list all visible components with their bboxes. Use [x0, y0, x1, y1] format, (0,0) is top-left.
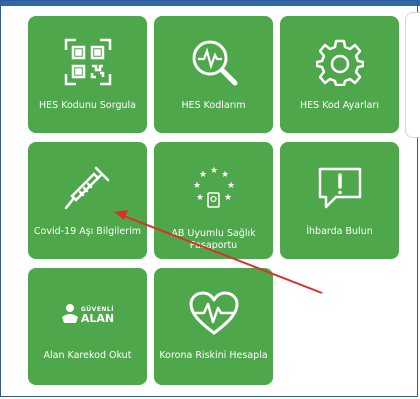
syringe-icon	[58, 162, 118, 214]
tile-alan-karekod-okut[interactable]: GÜVENLİ ALAN Alan Karekod Okut	[28, 268, 147, 385]
tile-covid-asi-bilgilerim[interactable]: Covid-19 Aşı Bilgilerim	[28, 142, 147, 259]
tile-label: HES Kodunu Sorgula	[39, 100, 136, 111]
tile-label: Alan Karekod Okut	[43, 350, 132, 361]
svg-text:★: ★	[196, 193, 204, 203]
tile-hes-kod-ayarlari[interactable]: HES Kod Ayarları	[280, 16, 399, 133]
svg-text:★: ★	[210, 166, 218, 176]
svg-text:★: ★	[224, 193, 232, 203]
tile-label: AB Uyumlu Sağlık Pasaportu	[171, 228, 256, 251]
tile-label: Korona Riskini Hesapla	[159, 350, 268, 361]
tile-ihbarda-bulun[interactable]: İhbarda Bulun	[280, 142, 399, 259]
safe-area-logo-bottom: ALAN	[80, 312, 115, 325]
svg-text:★: ★	[227, 181, 235, 191]
safe-area-icon: GÜVENLİ ALAN	[58, 288, 118, 340]
tile-label: HES Kodlarım	[181, 100, 246, 111]
heartbeat-icon	[184, 288, 244, 340]
tile-label: Covid-19 Aşı Bilgilerim	[33, 226, 142, 237]
tile-ab-saglik-pasaportu[interactable]: ★ ★ ★ ★ ★ ★ ★ AB Uyumlu Sağlık Pasaportu	[154, 142, 273, 259]
svg-text:★: ★	[199, 170, 207, 180]
tile-hes-kodunu-sorgula[interactable]: HES Kodunu Sorgula	[28, 16, 147, 133]
search-heartbeat-icon	[184, 36, 244, 88]
gear-icon	[310, 36, 370, 88]
side-card-edge	[405, 12, 420, 138]
svg-text:★: ★	[193, 181, 201, 191]
safe-area-logo: GÜVENLİ ALAN	[61, 303, 114, 325]
eu-stars-passport-icon: ★ ★ ★ ★ ★ ★ ★	[184, 162, 244, 214]
report-bubble-icon	[310, 162, 370, 214]
tile-label: İhbarda Bulun	[306, 226, 373, 237]
svg-text:★: ★	[221, 170, 229, 180]
tile-korona-riskini-hesapla[interactable]: Korona Riskini Hesapla	[154, 268, 273, 385]
qr-code-icon	[58, 36, 118, 88]
tile-label: HES Kod Ayarları	[299, 100, 380, 111]
tile-hes-kodlarim[interactable]: HES Kodlarım	[154, 16, 273, 133]
